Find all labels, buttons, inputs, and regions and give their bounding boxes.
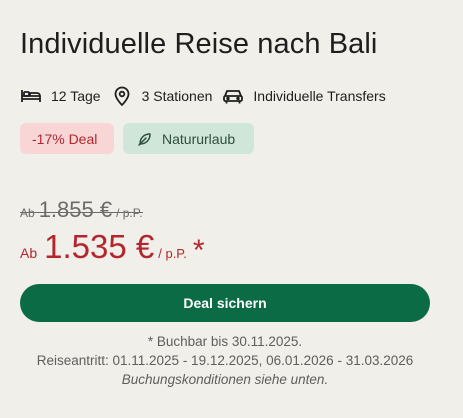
deal-price-prefix: Ab [20,245,38,261]
deal-price-suffix: / p.P. [158,246,187,261]
deal-badge: -17% Deal [20,123,114,154]
original-price: Ab 1.855 € / p.P. [20,197,143,223]
leaf-icon [137,131,153,147]
offer-card: Individuelle Reise nach Bali 12 Tage 3 S… [0,0,463,418]
page-title: Individuelle Reise nach Bali [20,28,378,60]
fact-transfers-label: Individuelle Transfers [253,88,386,104]
map-pin-icon [111,85,133,107]
fact-duration-label: 12 Tage [51,88,101,104]
travel-dates-text: Reiseantritt: 01.11.2025 - 19.12.2025, 0… [36,353,414,368]
deal-price: Ab 1.535 € / p.P. * [20,228,205,267]
conditions-text: Buchungskonditionen siehe unten. [121,372,329,387]
fact-transfers: Individuelle Transfers [222,85,386,107]
deal-price-amount: 1.535 € [44,228,155,265]
trip-facts: 12 Tage 3 Stationen Individuelle Transfe… [20,84,386,108]
deal-button[interactable]: Deal sichern [20,284,430,322]
bed-icon [20,85,42,107]
bookable-until-text: * Buchbar bis 30.11.2025. [147,334,303,349]
original-price-amount: 1.855 € [38,197,113,222]
booking-notes: * Buchbar bis 30.11.2025. Reiseantritt: … [20,332,430,389]
nature-badge-label: Natururlaub [162,130,236,147]
fact-duration: 12 Tage [20,85,101,107]
price-asterisk: * [192,234,205,267]
car-icon [222,85,244,107]
fact-stations: 3 Stationen [111,85,213,107]
strikethrough-line [20,211,143,214]
nature-badge: Natururlaub [123,123,254,154]
badge-row: -17% Deal Natururlaub [20,123,254,154]
fact-stations-label: 3 Stationen [141,88,213,104]
